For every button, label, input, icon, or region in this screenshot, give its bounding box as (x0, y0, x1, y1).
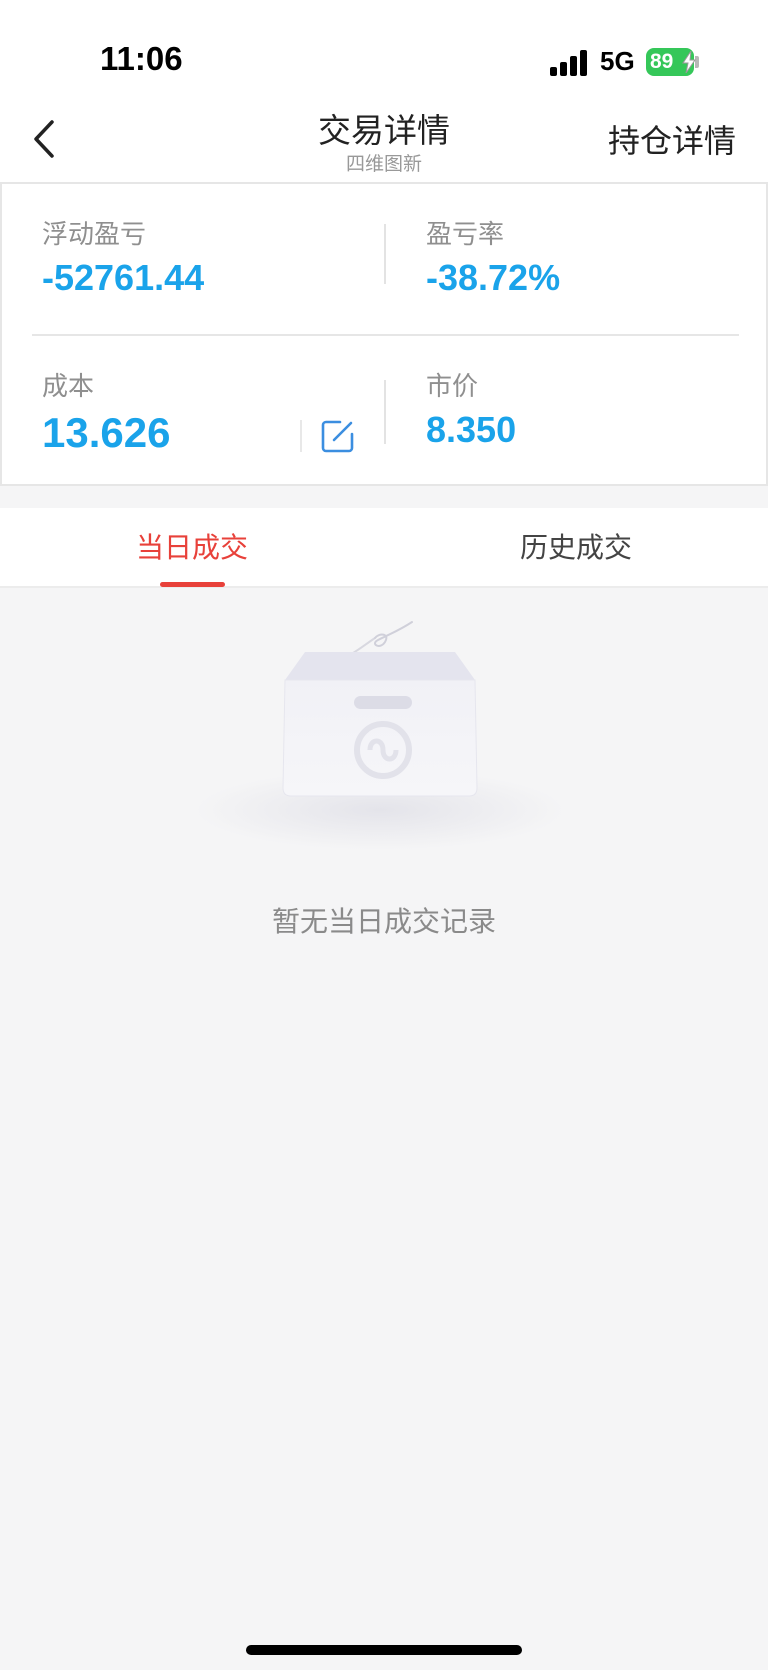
market-price-cell: 市价 8.350 (426, 366, 516, 451)
cost-cell: 成本 13.626 (42, 366, 170, 457)
market-price-label: 市价 (426, 372, 479, 402)
battery-level: 89 (650, 50, 674, 73)
divider (384, 224, 386, 284)
divider (384, 380, 386, 444)
pnl-rate-cell: 盈亏率 -38.72% (426, 214, 560, 299)
trade-tabs: 当日成交 历史成交 (0, 508, 768, 588)
divider (32, 334, 739, 336)
floating-pnl-cell: 浮动盈亏 -52761.44 (42, 214, 204, 299)
active-tab-indicator (160, 582, 225, 587)
nav-bar: 交易详情 四维图新 持仓详情 (0, 100, 768, 182)
pnl-rate-label: 盈亏率 (426, 220, 505, 250)
floating-pnl-value: -52761.44 (42, 257, 205, 298)
edit-icon (321, 420, 354, 453)
cost-label: 成本 (42, 372, 95, 402)
status-time: 11:06 (100, 40, 183, 77)
tab-history-trades[interactable]: 历史成交 (384, 508, 768, 588)
signal-icon (550, 50, 590, 76)
pnl-rate-value: -38.72% (426, 257, 561, 298)
cost-value: 13.626 (42, 409, 171, 456)
home-indicator (246, 1645, 522, 1655)
edit-cost-button[interactable] (320, 418, 356, 454)
floating-pnl-label: 浮动盈亏 (42, 220, 147, 250)
tab-today-trades[interactable]: 当日成交 (0, 508, 384, 588)
charging-bolt-icon (682, 51, 696, 73)
empty-box-icon (195, 621, 565, 850)
status-bar: 11:06 5G 89 (0, 0, 768, 100)
network-type: 5G (600, 46, 635, 76)
position-summary-card: 浮动盈亏 -52761.44 盈亏率 -38.72% 成本 13.626 市价 … (0, 182, 768, 486)
empty-message: 暂无当日成交记录 (271, 905, 496, 938)
position-detail-link[interactable]: 持仓详情 (608, 116, 736, 162)
divider (300, 420, 302, 452)
market-price-value: 8.350 (426, 409, 517, 450)
